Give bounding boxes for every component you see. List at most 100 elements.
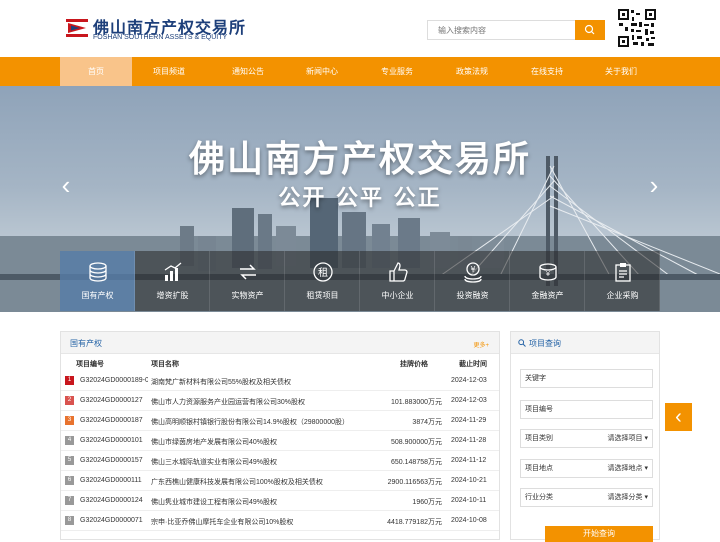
search-button[interactable]: [575, 20, 605, 40]
money-stack-icon: ¥: [539, 263, 557, 281]
project-code: G32024GD0000071: [80, 517, 143, 524]
nav-item-about[interactable]: 关于我们: [585, 57, 657, 86]
search-icon: [518, 339, 526, 347]
category-capital-increase[interactable]: 增资扩股: [135, 251, 210, 311]
deadline: 2024-12-03: [451, 397, 487, 404]
category-label: 中小企业: [381, 291, 414, 300]
banner-next-icon[interactable]: ›: [644, 170, 664, 201]
industry-select[interactable]: 行业分类 请选择分类 ▾: [520, 488, 653, 507]
project-name-link[interactable]: 湖南梵广新材料有限公司55%股权及相关债权: [151, 377, 389, 387]
table-row[interactable]: 6 G32024GD0000111 广东西樵山健康科技发展有限公司100%股权及相关…: [61, 471, 499, 491]
table-row[interactable]: 4 G32024GD0000101 佛山市绿茵房地产发展有限公司40%股权 508.9…: [61, 431, 499, 451]
category-label: 投资融资: [456, 291, 489, 300]
listing-price: 3874万元: [412, 419, 442, 426]
rank-badge: 1: [65, 376, 74, 385]
field-label: 项目类别: [525, 435, 553, 442]
project-code: G32024GD0000157: [80, 457, 143, 464]
listing-price: 4418.779182万元: [387, 519, 442, 526]
main-nav: 首页 项目频道 通知公告 新闻中心 专业服务 政策法规 在线支持 关于我们: [0, 57, 720, 86]
project-query-panel: 项目查询 关键字 项目编号 项目类别 请选择项目 ▾ 项目地点 请选择地点 ▾ …: [510, 331, 660, 542]
category-label: 金融资产: [531, 291, 564, 300]
clipboard-icon: [615, 263, 631, 282]
panel-header: 国有产权 更多+: [61, 332, 499, 354]
site-header: 佛山南方产权交易所 FOSHAN SOUTHERN ASSETS & EQUIT…: [0, 0, 720, 57]
category-label: 租赁项目: [306, 291, 339, 300]
project-name-link[interactable]: 广东西樵山健康科技发展有限公司100%股权及相关债权: [151, 477, 389, 487]
banner-title: 佛山南方产权交易所: [188, 139, 531, 180]
project-name-link[interactable]: 佛山市人力资源服务产业园运营有限公司30%股权: [151, 397, 389, 407]
qr-code-icon: [617, 8, 657, 48]
svg-text:¥: ¥: [546, 270, 551, 278]
panel-title[interactable]: 国有产权: [70, 338, 102, 349]
query-header: 项目查询: [511, 332, 659, 354]
project-code: G32024GD0000187: [80, 417, 143, 424]
category-investment[interactable]: ¥ 投资融资: [435, 251, 510, 311]
table-row[interactable]: 3 G32024GD0000187 佛山高明顺银村镇银行股份有限公司14.9%股权（…: [61, 411, 499, 431]
rank-badge: 6: [65, 476, 74, 485]
listing-price: 2900.116563万元: [387, 479, 442, 486]
rank-badge: 4: [65, 436, 74, 445]
deadline: 2024-10-11: [451, 497, 487, 504]
deadline: 2024-11-12: [451, 457, 487, 464]
rank-badge: 3: [65, 416, 74, 425]
deadline: 2024-10-21: [451, 477, 487, 484]
svg-text:租: 租: [318, 266, 328, 279]
nav-item-news[interactable]: 新闻中心: [286, 57, 358, 86]
category-procurement[interactable]: 企业采购: [585, 251, 660, 311]
field-label: 项目地点: [525, 465, 553, 472]
banner-prev-icon[interactable]: ‹: [56, 170, 76, 201]
more-link[interactable]: 更多+: [473, 340, 489, 349]
category-bar: 国有产权 增资扩股 实物资产 租 租赁项目 中小企业 ¥ 投资融资 ¥ 金融资产…: [60, 251, 660, 311]
deadline: 2024-11-29: [451, 417, 487, 424]
nav-item-support[interactable]: 在线支持: [511, 57, 583, 86]
column-header-deadline: 截止时间: [459, 361, 487, 368]
project-code: G32024GD0000111: [80, 477, 142, 484]
category-label: 国有产权: [81, 291, 114, 300]
category-label: 企业采购: [606, 291, 639, 300]
project-code: G32024GD0000189-0: [80, 377, 148, 384]
thumb-up-icon: [389, 262, 408, 282]
project-code: G32024GD0000124: [80, 497, 143, 504]
table-row[interactable]: 8 G32024GD0000071 宗申·比亚乔佛山摩托车企业有限公司10%股权 44…: [61, 511, 499, 531]
banner-subtitle: 公开 公平 公正: [278, 186, 442, 211]
search-input[interactable]: [427, 20, 575, 40]
svg-text:¥: ¥: [470, 265, 475, 274]
rank-badge: 2: [65, 396, 74, 405]
category-label: 实物资产: [231, 291, 264, 300]
hero-banner[interactable]: 佛山南方产权交易所 公开 公平 公正 ‹ › 国有产权 增资扩股 实物资产 租 …: [0, 86, 720, 312]
column-header-code: 项目编号: [76, 361, 104, 368]
logo-subtitle: FOSHAN SOUTHERN ASSETS & EQUITY: [93, 34, 228, 41]
field-label: 行业分类: [525, 494, 553, 501]
table-row[interactable]: 1 G32024GD0000189-0 湖南梵广新材料有限公司55%股权及相关债权 2…: [61, 371, 499, 391]
nav-item-notices[interactable]: 通知公告: [212, 57, 284, 86]
nav-item-services[interactable]: 专业服务: [361, 57, 433, 86]
listing-price: 1960万元: [412, 499, 442, 506]
keyword-field[interactable]: 关键字: [520, 369, 653, 388]
nav-item-policies[interactable]: 政策法规: [436, 57, 508, 86]
deadline: 2024-10-08: [451, 517, 487, 524]
project-location-select[interactable]: 项目地点 请选择地点 ▾: [520, 459, 653, 478]
project-code: G32024GD0000127: [80, 397, 143, 404]
project-name-link[interactable]: 佛山市绿茵房地产发展有限公司40%股权: [151, 437, 389, 447]
side-toggle-chevron-icon[interactable]: ‹: [665, 403, 692, 431]
project-name-link[interactable]: 佛山隽业城市建设工程有限公司49%股权: [151, 497, 389, 507]
project-category-select[interactable]: 项目类别 请选择项目 ▾: [520, 429, 653, 448]
logo-icon: [66, 19, 88, 37]
category-leasing[interactable]: 租 租赁项目: [285, 251, 360, 311]
project-code-field[interactable]: 项目编号: [520, 400, 653, 419]
category-financial-assets[interactable]: ¥ 金融资产: [510, 251, 585, 311]
nav-item-projects[interactable]: 项目频道: [133, 57, 205, 86]
category-physical-assets[interactable]: 实物资产: [210, 251, 285, 311]
nav-item-home[interactable]: 首页: [60, 57, 132, 86]
state-equity-panel: 国有产权 更多+ 项目编号 项目名称 挂牌价格 截止时间 1 G32024GD00…: [60, 331, 500, 540]
table-row[interactable]: 2 G32024GD0000127 佛山市人力资源服务产业园运营有限公司30%股权 1…: [61, 391, 499, 411]
project-name-link[interactable]: 佛山高明顺银村镇银行股份有限公司14.9%股权（29800000股）: [151, 417, 389, 427]
listing-price: 508.900000万元: [391, 439, 442, 446]
project-name-link[interactable]: 宗申·比亚乔佛山摩托车企业有限公司10%股权: [151, 517, 389, 527]
deadline: 2024-12-03: [451, 377, 487, 384]
project-name-link[interactable]: 佛山三水城际轨道实业有限公司49%股权: [151, 457, 389, 467]
table-row[interactable]: 5 G32024GD0000157 佛山三水城际轨道实业有限公司49%股权 650.1…: [61, 451, 499, 471]
category-state-equity[interactable]: 国有产权: [60, 251, 135, 311]
table-row[interactable]: 7 G32024GD0000124 佛山隽业城市建设工程有限公司49%股权 1960万…: [61, 491, 499, 511]
category-sme[interactable]: 中小企业: [360, 251, 435, 311]
